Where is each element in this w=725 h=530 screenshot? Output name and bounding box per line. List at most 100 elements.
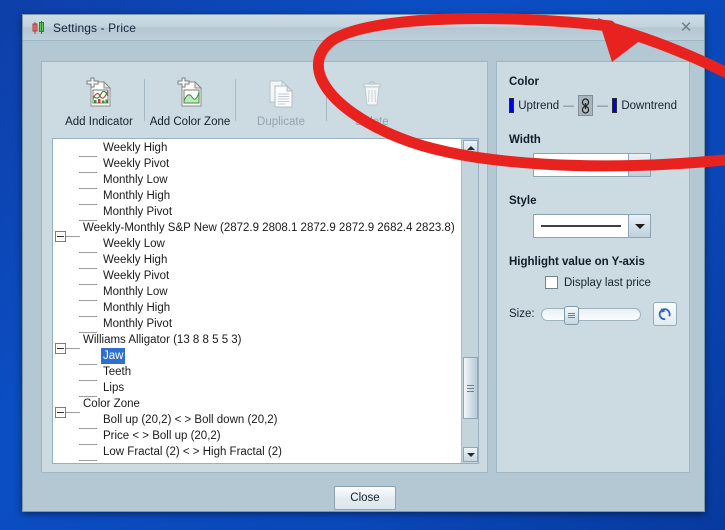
tree-item-row[interactable]: Monthly Low: [53, 172, 461, 189]
close-button[interactable]: Close: [334, 486, 396, 510]
add-indicator-icon: [86, 77, 112, 106]
scrollbar-thumb[interactable]: [463, 357, 478, 419]
tree-item-label: Jaw: [101, 348, 126, 364]
window-title: Settings - Price: [53, 20, 136, 35]
line-width-preview-icon: [541, 164, 621, 166]
display-last-price-label: Display last price: [564, 276, 651, 289]
tree-item-label: Monthly Low: [103, 174, 168, 186]
tree-item-row[interactable]: Weekly Pivot: [53, 268, 461, 285]
toolbar-separator: [144, 79, 145, 121]
settings-dialog: Settings - Price ✕ Add Indicator Add Col…: [22, 14, 705, 512]
scroll-down-arrow-button[interactable]: [463, 447, 478, 462]
candlestick-chart-icon: [32, 20, 44, 34]
tree-item-label: Weekly Low: [103, 238, 165, 250]
tree-item-label: Weekly-Monthly S&P New (2872.9 2808.1 28…: [83, 222, 455, 234]
duplicate-label: Duplicate: [257, 115, 305, 128]
color-row: Uptrend — — Downtrend: [509, 95, 677, 116]
width-section-title: Width: [509, 134, 541, 146]
add-color-zone-label: Add Color Zone: [149, 115, 231, 128]
width-combobox[interactable]: [533, 153, 651, 177]
close-icon[interactable]: ✕: [676, 18, 696, 36]
tree-item-label: Weekly Pivot: [103, 158, 170, 170]
duplicate-button[interactable]: Duplicate: [238, 73, 324, 128]
tree-item-label: Boll up (20,2) < > Boll down (20,2): [103, 414, 278, 426]
tree-item-row[interactable]: Weekly High: [53, 252, 461, 269]
tree-item-row[interactable]: Teeth: [53, 364, 461, 381]
size-label: Size:: [509, 308, 535, 320]
tree-item-label: Teeth: [103, 366, 132, 378]
style-dropdown-button[interactable]: [628, 215, 650, 237]
chain-link-icon: [582, 97, 590, 114]
delete-button[interactable]: Delete: [329, 73, 415, 128]
tree-item-label: Monthly Low: [103, 286, 168, 298]
tree-item-label: Williams Alligator (13 8 8 5 5 3): [83, 334, 242, 346]
tree-item-label: Monthly High: [103, 190, 171, 202]
highlight-section-title: Highlight value on Y-axis: [509, 256, 645, 268]
tree-scrollbar[interactable]: [461, 139, 478, 463]
tree-item-label: Lips: [103, 382, 125, 394]
add-indicator-button[interactable]: Add Indicator: [56, 73, 142, 128]
tree-item-row[interactable]: Monthly Pivot: [53, 316, 461, 333]
downtrend-label: Downtrend: [621, 99, 677, 112]
size-slider-knob[interactable]: [563, 305, 579, 325]
chevron-down-icon: [634, 223, 645, 229]
properties-panel: Color Uptrend — — Downtrend Width Style …: [496, 61, 690, 473]
size-slider[interactable]: [540, 305, 641, 325]
toolbar: Add Indicator Add Color Zone Duplicate D…: [42, 62, 487, 138]
indicators-panel: Add Indicator Add Color Zone Duplicate D…: [41, 61, 488, 473]
tree-connector: [79, 460, 97, 461]
scroll-down-arrow-icon: [466, 452, 475, 457]
style-preview: [534, 223, 628, 229]
tree-item-label: Color Zone: [83, 398, 140, 410]
tree-item-row[interactable]: Monthly High: [53, 300, 461, 317]
downtrend-color-swatch[interactable]: [612, 98, 618, 113]
uptrend-color-swatch[interactable]: [509, 98, 515, 113]
tree-item-row[interactable]: Monthly Low: [53, 284, 461, 301]
tree-item-row[interactable]: Price < > Boll up (20,2): [53, 428, 461, 445]
tree-item-row[interactable]: Low Fractal (2) < > High Fractal (2): [53, 444, 461, 461]
width-dropdown-button[interactable]: [628, 154, 650, 176]
tree-item-row[interactable]: Lips: [53, 380, 461, 397]
tree-group-row[interactable]: Color Zone: [53, 396, 461, 418]
link-dash-right: —: [597, 99, 609, 112]
dialog-body: Add Indicator Add Color Zone Duplicate D…: [23, 41, 704, 511]
color-section-title: Color: [509, 76, 540, 88]
tree-item-row[interactable]: Monthly High: [53, 188, 461, 205]
add-color-zone-icon: [177, 77, 203, 106]
link-colors-button[interactable]: [578, 95, 594, 116]
toolbar-separator: [326, 79, 327, 121]
tree-group-row[interactable]: Williams Alligator (13 8 8 5 5 3): [53, 332, 461, 354]
tree-item-label: Price < > Boll up (20,2): [103, 430, 221, 442]
scroll-up-arrow-button[interactable]: [463, 140, 478, 155]
line-style-preview-icon: [541, 225, 621, 227]
tree-item-label: Weekly Pivot: [103, 270, 170, 282]
chevron-down-icon: [634, 162, 645, 168]
tree-item-row[interactable]: Monthly Pivot: [53, 204, 461, 221]
tree-group-row[interactable]: Weekly-Monthly S&P New (2872.9 2808.1 28…: [53, 220, 461, 242]
size-row: Size:: [509, 302, 677, 326]
delete-trash-icon: [363, 80, 381, 105]
display-last-price-row[interactable]: Display last price: [545, 276, 677, 289]
tree-item-row[interactable]: Jaw: [53, 348, 461, 365]
add-color-zone-button[interactable]: Add Color Zone: [147, 73, 233, 128]
reset-arrow-icon: [658, 308, 671, 321]
tree-item-row[interactable]: Weekly High: [53, 140, 461, 157]
tree-item-label: Weekly High: [103, 254, 168, 266]
link-dash-left: —: [563, 99, 575, 112]
tree-item-row[interactable]: Weekly Pivot: [53, 156, 461, 173]
display-last-price-checkbox[interactable]: [545, 276, 558, 289]
uptrend-label: Uptrend: [518, 99, 560, 112]
tree-item-row[interactable]: Boll up (20,2) < > Boll down (20,2): [53, 412, 461, 429]
tree-item-label: Monthly Pivot: [103, 206, 173, 218]
tree-item-row[interactable]: Weekly Low: [53, 236, 461, 253]
tree-item-label: Weekly High: [103, 142, 168, 154]
reset-size-button[interactable]: [652, 302, 677, 326]
style-section-title: Style: [509, 195, 537, 207]
duplicate-icon: [269, 79, 294, 107]
title-bar[interactable]: Settings - Price ✕: [23, 15, 704, 41]
tree-item-label: Monthly High: [103, 302, 171, 314]
scroll-up-arrow-icon: [466, 145, 475, 150]
indicator-tree[interactable]: Weekly High Weekly Pivot Monthly Low Monthl…: [53, 139, 461, 463]
tree-item-label: Low Fractal (2) < > High Fractal (2): [103, 446, 282, 458]
style-combobox[interactable]: [533, 214, 651, 238]
